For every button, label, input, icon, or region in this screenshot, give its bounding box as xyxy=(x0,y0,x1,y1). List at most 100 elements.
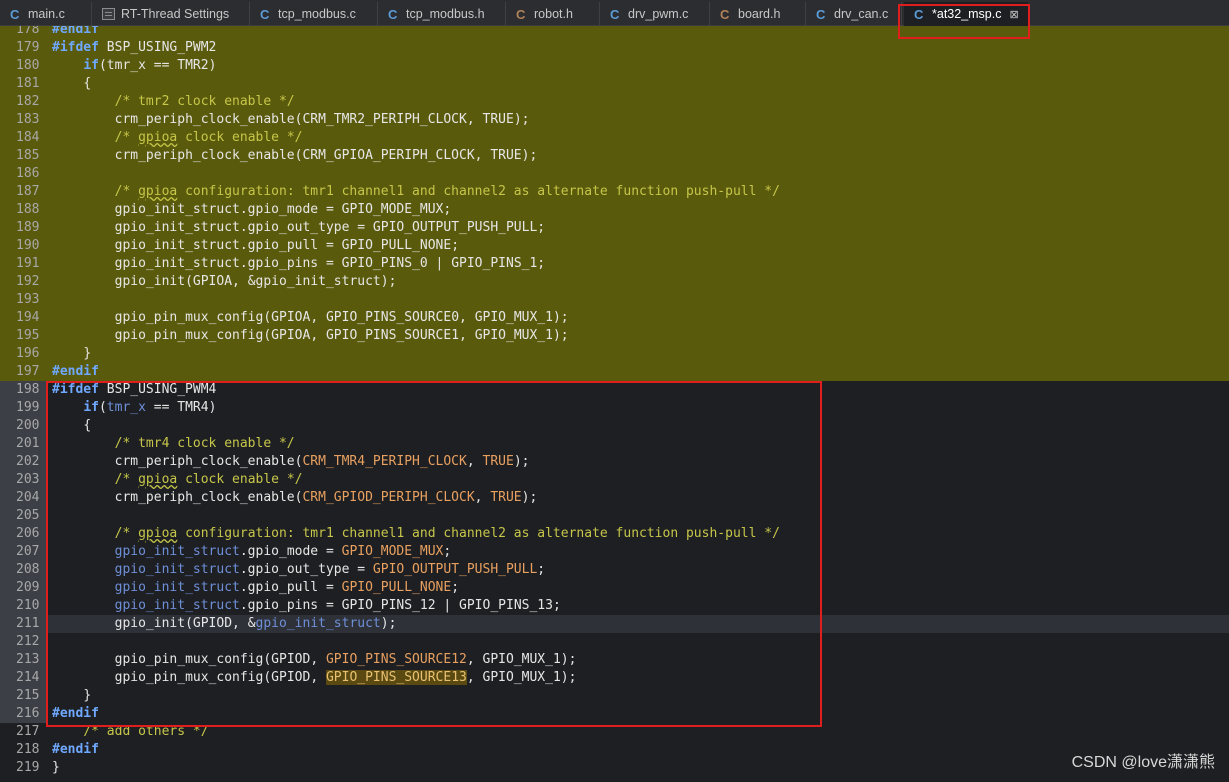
line-number: 193 xyxy=(16,292,40,307)
code-line: 195 gpio_pin_mux_config(GPIOA, GPIO_PINS… xyxy=(0,327,1229,345)
line-number: 211 xyxy=(0,615,48,633)
line-number: 214 xyxy=(0,669,48,687)
code-line: 190 gpio_init_struct.gpio_pull = GPIO_PU… xyxy=(0,237,1229,255)
line-number: 188 xyxy=(16,202,40,217)
tab-tcp-modbus-c[interactable]: C tcp_modbus.c xyxy=(250,2,378,26)
line-number: 218 xyxy=(16,742,40,757)
highlighted-occurrence: GPIO_PINS_SOURCE13 xyxy=(325,670,467,685)
tab-tcp-modbus-h[interactable]: C tcp_modbus.h xyxy=(378,2,506,26)
line-number: 197 xyxy=(16,364,40,379)
line-number: 210 xyxy=(0,597,48,615)
code-line: 186 xyxy=(0,165,1229,183)
code-line: 213 gpio_pin_mux_config(GPIOD, GPIO_PINS… xyxy=(0,651,1229,669)
line-number: 196 xyxy=(16,346,40,361)
tab-at32-msp-c[interactable]: C *at32_msp.c ⊠ xyxy=(904,2,1028,26)
line-number: 194 xyxy=(16,310,40,325)
code-line: 189 gpio_init_struct.gpio_out_type = GPI… xyxy=(0,219,1229,237)
code-line: 181 { xyxy=(0,75,1229,93)
code-line: 197 #endif xyxy=(0,363,1229,381)
line-number: 178 xyxy=(16,26,40,37)
code-line: 218 #endif xyxy=(0,741,1229,759)
tab-robot-h[interactable]: C robot.h xyxy=(506,2,600,26)
line-number: 180 xyxy=(16,58,40,73)
line-number: 219 xyxy=(16,760,40,775)
line-number: 191 xyxy=(16,256,40,271)
tab-drv-pwm-c[interactable]: C drv_pwm.c xyxy=(600,2,710,26)
line-number: 179 xyxy=(16,40,40,55)
line-number: 215 xyxy=(0,687,48,705)
code-line: 204 crm_periph_clock_enable(CRM_GPIOD_PE… xyxy=(0,489,1229,507)
line-number: 205 xyxy=(0,507,48,525)
tab-rt-thread-settings[interactable]: RT-Thread Settings xyxy=(92,2,250,26)
code-line: 208 gpio_init_struct.gpio_out_type = GPI… xyxy=(0,561,1229,579)
tab-label: drv_can.c xyxy=(834,7,889,21)
code-line: 202 crm_periph_clock_enable(CRM_TMR4_PER… xyxy=(0,453,1229,471)
line-number: 207 xyxy=(0,543,48,561)
line-number: 199 xyxy=(0,399,48,417)
line-number: 204 xyxy=(0,489,48,507)
code-line: 214 gpio_pin_mux_config(GPIOD, GPIO_PINS… xyxy=(0,669,1229,687)
tab-label: drv_pwm.c xyxy=(628,7,689,21)
c-file-icon: C xyxy=(816,6,826,22)
code-line: 179 #ifdef BSP_USING_PWM2 xyxy=(0,39,1229,57)
line-number: 183 xyxy=(16,112,40,127)
line-number: 201 xyxy=(0,435,48,453)
line-number: 187 xyxy=(16,184,40,199)
editor-tab-bar: C main.c RT-Thread Settings C tcp_modbus… xyxy=(0,0,1229,26)
code-line: 210 gpio_init_struct.gpio_pins = GPIO_PI… xyxy=(0,597,1229,615)
tab-drv-can-c[interactable]: C drv_can.c xyxy=(806,2,902,26)
code-editor[interactable]: 178 #endif 179 #ifdef BSP_USING_PWM2 180… xyxy=(0,26,1229,782)
code-line: 196 } xyxy=(0,345,1229,363)
line-number: 203 xyxy=(0,471,48,489)
c-file-icon: C xyxy=(260,6,270,22)
line-number: 182 xyxy=(16,94,40,109)
code-line: 200 { xyxy=(0,417,1229,435)
line-number: 202 xyxy=(0,453,48,471)
code-line: 209 gpio_init_struct.gpio_pull = GPIO_PU… xyxy=(0,579,1229,597)
tab-main-c[interactable]: C main.c xyxy=(0,2,92,26)
watermark: CSDN @love潇潇熊 xyxy=(1071,754,1215,771)
code-line: 215 } xyxy=(0,687,1229,705)
code-line: 201 /* tmr4 clock enable */ xyxy=(0,435,1229,453)
code-line: 207 gpio_init_struct.gpio_mode = GPIO_MO… xyxy=(0,543,1229,561)
c-file-icon: C xyxy=(388,6,398,22)
code-line: 178 #endif xyxy=(0,26,1229,39)
code-line: 212 xyxy=(0,633,1229,651)
code-line: 192 gpio_init(GPIOA, &gpio_init_struct); xyxy=(0,273,1229,291)
h-file-icon: C xyxy=(516,6,526,22)
code-line: 191 gpio_init_struct.gpio_pins = GPIO_PI… xyxy=(0,255,1229,273)
tab-board-h[interactable]: C board.h xyxy=(710,2,806,26)
line-number: 192 xyxy=(16,274,40,289)
close-icon[interactable]: ⊠ xyxy=(1009,8,1018,21)
c-file-icon: C xyxy=(914,6,924,22)
line-number: 216 xyxy=(0,705,48,723)
line-number: 206 xyxy=(0,525,48,543)
settings-sheet-icon xyxy=(102,8,115,20)
tab-label: RT-Thread Settings xyxy=(121,7,230,21)
line-number: 212 xyxy=(0,633,48,651)
line-number: 184 xyxy=(16,130,40,145)
code-line: 185 crm_periph_clock_enable(CRM_GPIOA_PE… xyxy=(0,147,1229,165)
code-line: 199 if(tmr_x == TMR4) xyxy=(0,399,1229,417)
tab-label: robot.h xyxy=(534,7,573,21)
tab-label: board.h xyxy=(738,7,781,21)
code-line: 188 gpio_init_struct.gpio_mode = GPIO_MO… xyxy=(0,201,1229,219)
line-number: 186 xyxy=(16,166,40,181)
code-line: 184 /* gpioa clock enable */ xyxy=(0,129,1229,147)
code-line: 198 #ifdef BSP_USING_PWM4 xyxy=(0,381,1229,399)
code-line: 187 /* gpioa configuration: tmr1 channel… xyxy=(0,183,1229,201)
code-line: 194 gpio_pin_mux_config(GPIOA, GPIO_PINS… xyxy=(0,309,1229,327)
line-number: 217 xyxy=(16,724,40,739)
line-number: 189 xyxy=(16,220,40,235)
line-number: 209 xyxy=(0,579,48,597)
line-number: 190 xyxy=(16,238,40,253)
code-line: 183 crm_periph_clock_enable(CRM_TMR2_PER… xyxy=(0,111,1229,129)
line-number: 200 xyxy=(0,417,48,435)
code-line: 217 /* add others */ xyxy=(0,723,1229,741)
code-line: 219 } xyxy=(0,759,1229,777)
line-number: 181 xyxy=(16,76,40,91)
tab-label: tcp_modbus.h xyxy=(406,7,485,21)
line-number: 195 xyxy=(16,328,40,343)
line-number: 198 xyxy=(0,381,48,399)
code-line: 180 if(tmr_x == TMR2) xyxy=(0,57,1229,75)
